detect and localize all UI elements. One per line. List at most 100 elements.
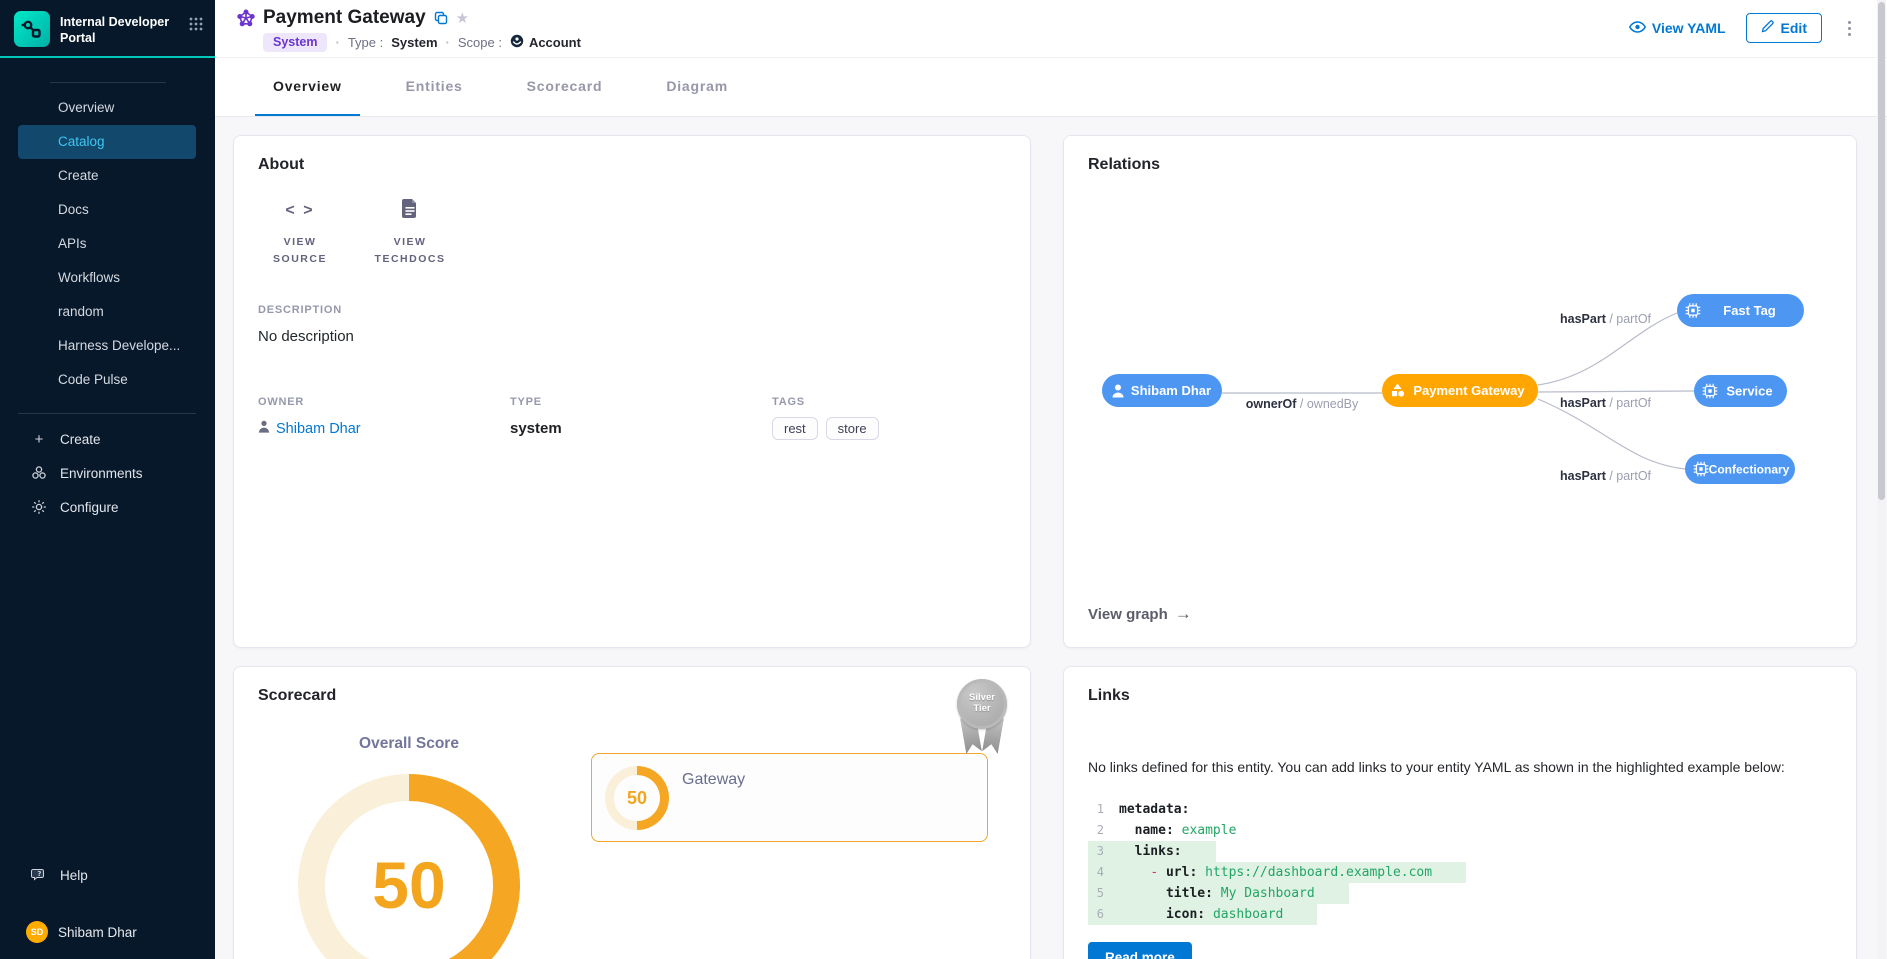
- user-avatar: SD: [26, 921, 48, 943]
- overall-score-value: 50: [298, 774, 520, 959]
- read-more-button[interactable]: Read more: [1088, 942, 1192, 959]
- tag-chip-store[interactable]: store: [826, 417, 879, 440]
- system-entity-icon: [237, 9, 255, 27]
- account-scope-icon: [510, 34, 524, 51]
- sidebar-item-overview[interactable]: Overview: [18, 91, 196, 125]
- gear-icon: [30, 499, 48, 515]
- code-line: 3 links:: [1088, 841, 1216, 862]
- description-value: No description: [258, 328, 354, 345]
- sidebar-item-workflows[interactable]: Workflows: [18, 261, 196, 295]
- view-source-button[interactable]: < > VIEW SOURCE: [258, 198, 342, 268]
- main-area: Payment Gateway ★ System · Type : System…: [215, 0, 1887, 959]
- sidebar-item-harness-develope[interactable]: Harness Develope...: [18, 329, 196, 363]
- page-content: About < > VIEW SOURCE VIEW TECHDOCS DESC…: [215, 117, 1887, 959]
- app-title: Internal Developer Portal: [60, 11, 178, 47]
- sidebar-create-button[interactable]: + Create: [0, 422, 215, 456]
- svg-text:Payment Gateway: Payment Gateway: [1413, 383, 1525, 398]
- owner-label: OWNER: [258, 396, 510, 408]
- view-techdocs-button[interactable]: VIEW TECHDOCS: [368, 198, 452, 268]
- copy-icon[interactable]: [434, 11, 448, 25]
- overall-score-donut: 50: [298, 774, 520, 959]
- app-logo-icon: [14, 11, 50, 47]
- owner-link[interactable]: Shibam Dhar: [258, 420, 510, 437]
- type-value: System: [391, 35, 437, 50]
- relation-node-confectionary[interactable]: Confectionary: [1685, 454, 1795, 484]
- code-line: 6 icon: dashboard: [1088, 904, 1317, 925]
- sidebar: Internal Developer Portal OverviewCatalo…: [0, 0, 215, 959]
- tag-chip-rest[interactable]: rest: [772, 417, 818, 440]
- view-yaml-button[interactable]: View YAML: [1629, 20, 1726, 36]
- tab-entities[interactable]: Entities: [388, 58, 481, 116]
- svg-text:hasPart / partOf: hasPart / partOf: [1560, 396, 1652, 410]
- user-menu[interactable]: SD Shibam Dhar: [0, 921, 215, 943]
- view-graph-link[interactable]: View graph →: [1078, 598, 1202, 630]
- more-options-kebab-icon[interactable]: [1842, 17, 1857, 40]
- scope-value: Account: [529, 35, 581, 50]
- tab-diagram[interactable]: Diagram: [648, 58, 746, 116]
- code-line: 2 name: example: [1088, 820, 1270, 841]
- overall-score-label: Overall Score: [298, 735, 520, 753]
- favorite-star-icon[interactable]: ★: [456, 9, 469, 27]
- check-name: Gateway: [682, 771, 745, 789]
- sidebar-accent-divider: [0, 56, 215, 58]
- yaml-example-code: 1metadata:2 name: example3 links:4 - url…: [1088, 799, 1466, 925]
- type-label: TYPE: [510, 396, 772, 408]
- relation-node-payment-gateway[interactable]: Payment Gateway: [1382, 374, 1538, 407]
- sidebar-item-environments[interactable]: Environments: [0, 456, 215, 490]
- user-name: Shibam Dhar: [58, 925, 137, 940]
- tab-scorecard[interactable]: Scorecard: [509, 58, 621, 116]
- nav-divider: [50, 82, 166, 83]
- description-label: DESCRIPTION: [258, 304, 354, 316]
- page-title: Payment Gateway: [263, 7, 426, 29]
- module-grid-icon[interactable]: [189, 11, 203, 36]
- document-icon: [402, 199, 418, 223]
- tab-overview[interactable]: Overview: [255, 58, 360, 116]
- links-empty-text: No links defined for this entity. You ca…: [1088, 759, 1785, 775]
- sidebar-item-code-pulse[interactable]: Code Pulse: [18, 363, 196, 397]
- page-scrollbar: [1877, 0, 1886, 959]
- nav-divider: [18, 413, 196, 414]
- tier-badge: Silver Tier: [956, 679, 1008, 765]
- sidebar-item-apis[interactable]: APIs: [18, 227, 196, 261]
- relation-node-shibam-dhar[interactable]: Shibam Dhar: [1102, 374, 1222, 407]
- type-label: Type :: [348, 35, 383, 50]
- scorecard-check-gateway[interactable]: 50Gateway: [591, 753, 988, 842]
- relations-graph[interactable]: ownerOf / ownedBy hasPart / partOf hasPart…: [1064, 136, 1858, 649]
- medal-icon: Silver Tier: [957, 679, 1007, 729]
- edit-button[interactable]: Edit: [1746, 13, 1822, 43]
- svg-text:ownerOf / ownedBy: ownerOf / ownedBy: [1246, 397, 1359, 411]
- code-line: 5 title: My Dashboard: [1088, 883, 1349, 904]
- help-chat-icon: ?: [30, 867, 48, 883]
- sidebar-item-random[interactable]: random: [18, 295, 196, 329]
- relation-node-fast-tag[interactable]: Fast Tag: [1677, 294, 1804, 327]
- person-icon: [258, 420, 270, 437]
- svg-text:hasPart / partOf: hasPart / partOf: [1560, 469, 1652, 483]
- kind-badge: System: [263, 33, 327, 52]
- sidebar-item-configure[interactable]: Configure: [0, 490, 215, 524]
- sidebar-item-create[interactable]: Create: [18, 159, 196, 193]
- entity-tabs: Overview Entities Scorecard Diagram: [215, 57, 1887, 117]
- sidebar-nav: OverviewCatalogCreateDocsAPIsWorkflowsra…: [0, 91, 215, 397]
- relations-card: Relations ownerOf / ownedByhasPart / par…: [1063, 135, 1857, 648]
- environments-icon: [30, 465, 48, 481]
- about-card: About < > VIEW SOURCE VIEW TECHDOCS DESC…: [233, 135, 1031, 648]
- svg-text:hasPart / partOf: hasPart / partOf: [1560, 312, 1652, 326]
- scrollbar-thumb[interactable]: [1878, 2, 1885, 500]
- scorecard-check-list: 50Gateway: [591, 753, 988, 842]
- help-button[interactable]: ? Help: [0, 858, 215, 892]
- scorecard-title: Scorecard: [258, 687, 336, 705]
- plus-icon: +: [30, 431, 48, 448]
- svg-text:Confectionary: Confectionary: [1709, 463, 1790, 477]
- relation-node-service[interactable]: Service: [1694, 375, 1787, 407]
- links-card: Links No links defined for this entity. …: [1063, 666, 1857, 959]
- eye-icon: [1629, 20, 1646, 36]
- separator-dot: ·: [335, 35, 339, 50]
- sidebar-item-catalog[interactable]: Catalog: [18, 125, 196, 159]
- svg-text:?: ?: [37, 870, 41, 878]
- entity-header: Payment Gateway ★ System · Type : System…: [215, 0, 1887, 57]
- sidebar-item-docs[interactable]: Docs: [18, 193, 196, 227]
- scorecard-card: Scorecard Overall Score 50 50Gateway Sil…: [233, 666, 1031, 959]
- svg-text:Service: Service: [1726, 384, 1772, 399]
- pencil-icon: [1761, 20, 1774, 36]
- about-title: About: [258, 156, 304, 174]
